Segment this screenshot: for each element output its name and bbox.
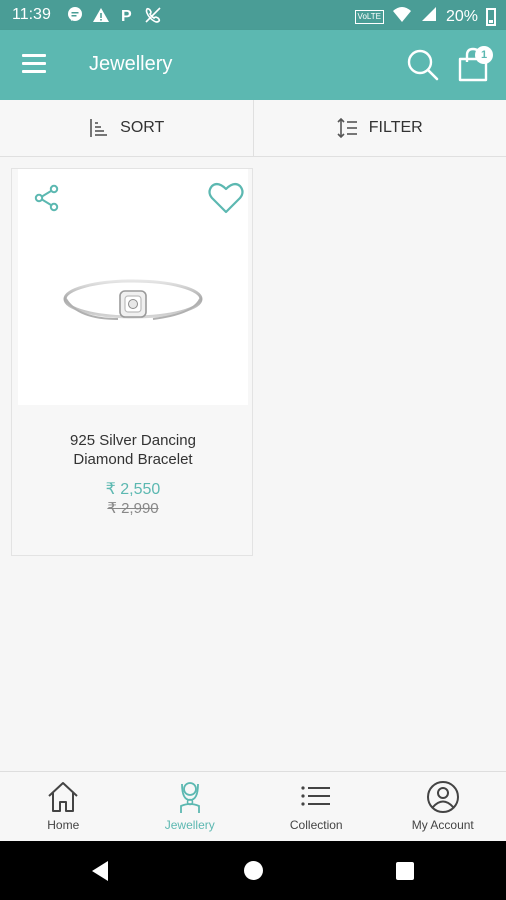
system-status-icons: VoLTE 20% (354, 5, 496, 28)
back-button[interactable] (90, 860, 110, 882)
status-bar: 11:39 P VoLTE 20% (0, 0, 506, 30)
system-navigation-bar (0, 841, 506, 900)
signal-icon (420, 5, 438, 28)
notification-icons: P (66, 6, 162, 25)
app-bar: Jewellery 1 (0, 30, 506, 100)
alert-icon (92, 6, 110, 24)
home-circle-button[interactable] (244, 861, 263, 880)
list-icon (301, 786, 331, 806)
cart-count-badge: 1 (475, 46, 493, 64)
sort-label: SORT (120, 119, 165, 136)
recents-square-button[interactable] (396, 862, 414, 880)
sort-icon (90, 119, 108, 137)
heart-icon (208, 182, 244, 214)
share-icon (34, 184, 59, 212)
nav-my-account[interactable]: My Account (380, 772, 506, 841)
sort-button[interactable]: SORT (0, 100, 253, 156)
product-card[interactable]: 925 Silver Dancing Diamond Bracelet ₹ 2,… (11, 168, 253, 556)
parking-icon: P (118, 6, 136, 25)
share-button[interactable] (32, 183, 62, 213)
sort-filter-bar: SORT FILTER (0, 100, 506, 157)
nav-collection-label: Collection (289, 818, 343, 832)
nav-jewellery-label: Jewellery (164, 818, 215, 832)
battery-percent: 20% (445, 7, 478, 25)
filter-label: FILTER (368, 119, 423, 136)
wifi-icon (392, 5, 412, 28)
home-icon (48, 782, 78, 812)
account-icon (426, 781, 459, 813)
wishlist-button[interactable] (208, 181, 244, 215)
nav-collection[interactable]: Collection (253, 772, 380, 841)
filter-button[interactable]: FILTER (252, 100, 506, 156)
search-icon (407, 49, 439, 81)
battery-icon (486, 7, 496, 26)
product-image-area[interactable] (18, 169, 248, 405)
nav-home[interactable]: Home (0, 772, 127, 841)
phone-icon (144, 6, 162, 24)
svg-text:P: P (121, 8, 132, 24)
nav-account-label: My Account (411, 818, 474, 832)
nav-home-label: Home (47, 818, 80, 832)
menu-icon (22, 54, 46, 57)
jewellery-icon (179, 782, 200, 813)
bottom-navigation: Home Jewellery Collection My Account (0, 771, 506, 841)
product-price: ₹ 2,550 (105, 481, 161, 498)
cart-button[interactable]: 1 (456, 46, 496, 84)
status-time: 11:39 (12, 6, 51, 23)
menu-button[interactable] (22, 54, 46, 74)
bracelet-image (63, 279, 203, 320)
filter-icon (337, 117, 357, 139)
back-triangle-icon (92, 861, 108, 881)
nav-jewellery[interactable]: Jewellery (127, 772, 254, 841)
product-name[interactable]: 925 Silver Dancing Diamond Bracelet (12, 431, 254, 469)
search-button[interactable] (406, 48, 440, 82)
message-icon (66, 6, 84, 24)
product-mrp: ₹ 2,990 (107, 500, 159, 517)
volte-badge: VoLTE (354, 9, 384, 24)
page-title: Jewellery (89, 53, 173, 75)
